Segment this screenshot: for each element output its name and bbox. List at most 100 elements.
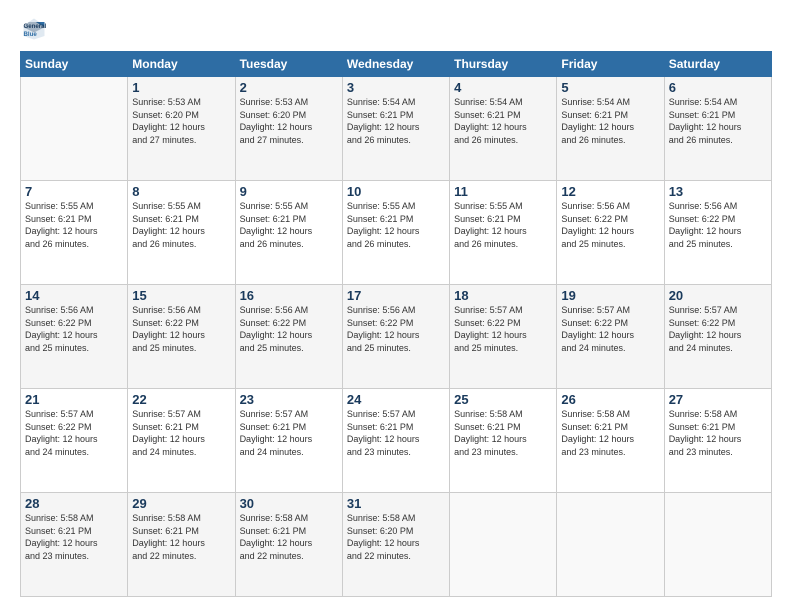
calendar-header-row: SundayMondayTuesdayWednesdayThursdayFrid…: [21, 52, 772, 77]
calendar-cell: 17Sunrise: 5:56 AM Sunset: 6:22 PM Dayli…: [342, 285, 449, 389]
weekday-header-wednesday: Wednesday: [342, 52, 449, 77]
day-info: Sunrise: 5:56 AM Sunset: 6:22 PM Dayligh…: [347, 304, 445, 354]
calendar-cell: 3Sunrise: 5:54 AM Sunset: 6:21 PM Daylig…: [342, 77, 449, 181]
calendar-cell: 9Sunrise: 5:55 AM Sunset: 6:21 PM Daylig…: [235, 181, 342, 285]
day-info: Sunrise: 5:55 AM Sunset: 6:21 PM Dayligh…: [132, 200, 230, 250]
day-number: 10: [347, 184, 445, 199]
day-info: Sunrise: 5:56 AM Sunset: 6:22 PM Dayligh…: [669, 200, 767, 250]
calendar-cell: 31Sunrise: 5:58 AM Sunset: 6:20 PM Dayli…: [342, 493, 449, 597]
calendar-cell: 1Sunrise: 5:53 AM Sunset: 6:20 PM Daylig…: [128, 77, 235, 181]
day-number: 3: [347, 80, 445, 95]
day-number: 12: [561, 184, 659, 199]
weekday-header-tuesday: Tuesday: [235, 52, 342, 77]
day-number: 13: [669, 184, 767, 199]
calendar-cell: [21, 77, 128, 181]
day-info: Sunrise: 5:56 AM Sunset: 6:22 PM Dayligh…: [561, 200, 659, 250]
day-number: 29: [132, 496, 230, 511]
calendar-cell: 21Sunrise: 5:57 AM Sunset: 6:22 PM Dayli…: [21, 389, 128, 493]
svg-text:Blue: Blue: [24, 31, 38, 38]
weekday-header-monday: Monday: [128, 52, 235, 77]
calendar-cell: 10Sunrise: 5:55 AM Sunset: 6:21 PM Dayli…: [342, 181, 449, 285]
day-number: 9: [240, 184, 338, 199]
day-number: 21: [25, 392, 123, 407]
weekday-header-sunday: Sunday: [21, 52, 128, 77]
calendar-cell: 30Sunrise: 5:58 AM Sunset: 6:21 PM Dayli…: [235, 493, 342, 597]
calendar-cell: 14Sunrise: 5:56 AM Sunset: 6:22 PM Dayli…: [21, 285, 128, 389]
day-info: Sunrise: 5:55 AM Sunset: 6:21 PM Dayligh…: [240, 200, 338, 250]
calendar-cell: 12Sunrise: 5:56 AM Sunset: 6:22 PM Dayli…: [557, 181, 664, 285]
day-info: Sunrise: 5:58 AM Sunset: 6:21 PM Dayligh…: [669, 408, 767, 458]
day-number: 8: [132, 184, 230, 199]
calendar-cell: 20Sunrise: 5:57 AM Sunset: 6:22 PM Dayli…: [664, 285, 771, 389]
day-number: 23: [240, 392, 338, 407]
day-number: 27: [669, 392, 767, 407]
day-info: Sunrise: 5:55 AM Sunset: 6:21 PM Dayligh…: [347, 200, 445, 250]
calendar-week-row: 14Sunrise: 5:56 AM Sunset: 6:22 PM Dayli…: [21, 285, 772, 389]
calendar-week-row: 7Sunrise: 5:55 AM Sunset: 6:21 PM Daylig…: [21, 181, 772, 285]
header: General Blue: [20, 15, 772, 43]
calendar-cell: 6Sunrise: 5:54 AM Sunset: 6:21 PM Daylig…: [664, 77, 771, 181]
day-info: Sunrise: 5:58 AM Sunset: 6:21 PM Dayligh…: [25, 512, 123, 562]
calendar-table: SundayMondayTuesdayWednesdayThursdayFrid…: [20, 51, 772, 597]
day-number: 2: [240, 80, 338, 95]
day-number: 26: [561, 392, 659, 407]
day-number: 20: [669, 288, 767, 303]
day-info: Sunrise: 5:53 AM Sunset: 6:20 PM Dayligh…: [240, 96, 338, 146]
logo: General Blue: [20, 15, 52, 43]
day-info: Sunrise: 5:58 AM Sunset: 6:21 PM Dayligh…: [240, 512, 338, 562]
calendar-cell: 24Sunrise: 5:57 AM Sunset: 6:21 PM Dayli…: [342, 389, 449, 493]
day-number: 22: [132, 392, 230, 407]
day-info: Sunrise: 5:57 AM Sunset: 6:22 PM Dayligh…: [454, 304, 552, 354]
day-info: Sunrise: 5:56 AM Sunset: 6:22 PM Dayligh…: [240, 304, 338, 354]
calendar-week-row: 21Sunrise: 5:57 AM Sunset: 6:22 PM Dayli…: [21, 389, 772, 493]
day-info: Sunrise: 5:54 AM Sunset: 6:21 PM Dayligh…: [347, 96, 445, 146]
calendar-cell: 18Sunrise: 5:57 AM Sunset: 6:22 PM Dayli…: [450, 285, 557, 389]
day-number: 24: [347, 392, 445, 407]
day-info: Sunrise: 5:57 AM Sunset: 6:22 PM Dayligh…: [669, 304, 767, 354]
day-info: Sunrise: 5:57 AM Sunset: 6:22 PM Dayligh…: [561, 304, 659, 354]
calendar-cell: [557, 493, 664, 597]
calendar-week-row: 1 Sunrise: 5:53 AM Sunset: 6:20 PM Daylig…: [21, 77, 772, 181]
calendar-cell: [450, 493, 557, 597]
day-info: Sunrise: 5:54 AM Sunset: 6:21 PM Dayligh…: [454, 96, 552, 146]
day-info: Sunrise: 5:55 AM Sunset: 6:21 PM Dayligh…: [454, 200, 552, 250]
page: General Blue SundayMondayTuesdayWednesda…: [0, 0, 792, 612]
calendar-cell: 15Sunrise: 5:56 AM Sunset: 6:22 PM Dayli…: [128, 285, 235, 389]
calendar-cell: 16Sunrise: 5:56 AM Sunset: 6:22 PM Dayli…: [235, 285, 342, 389]
day-info: Sunrise: 5:57 AM Sunset: 6:21 PM Dayligh…: [347, 408, 445, 458]
day-number: 30: [240, 496, 338, 511]
day-number: 25: [454, 392, 552, 407]
calendar-cell: 11Sunrise: 5:55 AM Sunset: 6:21 PM Dayli…: [450, 181, 557, 285]
weekday-header-saturday: Saturday: [664, 52, 771, 77]
day-number: 18: [454, 288, 552, 303]
day-info: Sunrise: 5:54 AM Sunset: 6:21 PM Dayligh…: [561, 96, 659, 146]
day-number: 5: [561, 80, 659, 95]
calendar-cell: 19Sunrise: 5:57 AM Sunset: 6:22 PM Dayli…: [557, 285, 664, 389]
day-info: Sunrise: 5:56 AM Sunset: 6:22 PM Dayligh…: [25, 304, 123, 354]
calendar-cell: [664, 493, 771, 597]
calendar-cell: 8Sunrise: 5:55 AM Sunset: 6:21 PM Daylig…: [128, 181, 235, 285]
day-number: 15: [132, 288, 230, 303]
calendar-cell: 13Sunrise: 5:56 AM Sunset: 6:22 PM Dayli…: [664, 181, 771, 285]
calendar-cell: 28Sunrise: 5:58 AM Sunset: 6:21 PM Dayli…: [21, 493, 128, 597]
day-info: Sunrise: 5:58 AM Sunset: 6:21 PM Dayligh…: [561, 408, 659, 458]
calendar-cell: 25Sunrise: 5:58 AM Sunset: 6:21 PM Dayli…: [450, 389, 557, 493]
weekday-header-thursday: Thursday: [450, 52, 557, 77]
day-number: 6: [669, 80, 767, 95]
day-info: Sunrise: 5:58 AM Sunset: 6:20 PM Dayligh…: [347, 512, 445, 562]
day-number: 16: [240, 288, 338, 303]
logo-icon: General Blue: [20, 15, 48, 43]
calendar-cell: 22Sunrise: 5:57 AM Sunset: 6:21 PM Dayli…: [128, 389, 235, 493]
calendar-cell: 4Sunrise: 5:54 AM Sunset: 6:21 PM Daylig…: [450, 77, 557, 181]
calendar-cell: 5Sunrise: 5:54 AM Sunset: 6:21 PM Daylig…: [557, 77, 664, 181]
calendar-cell: 7Sunrise: 5:55 AM Sunset: 6:21 PM Daylig…: [21, 181, 128, 285]
day-number: 7: [25, 184, 123, 199]
day-number: 1: [132, 80, 230, 95]
calendar-cell: 23Sunrise: 5:57 AM Sunset: 6:21 PM Dayli…: [235, 389, 342, 493]
day-info: Sunrise: 5:55 AM Sunset: 6:21 PM Dayligh…: [25, 200, 123, 250]
day-number: 11: [454, 184, 552, 199]
day-info: Sunrise: 5:57 AM Sunset: 6:21 PM Dayligh…: [240, 408, 338, 458]
calendar-cell: 26Sunrise: 5:58 AM Sunset: 6:21 PM Dayli…: [557, 389, 664, 493]
day-info: Sunrise: 5:57 AM Sunset: 6:22 PM Dayligh…: [25, 408, 123, 458]
day-number: 28: [25, 496, 123, 511]
